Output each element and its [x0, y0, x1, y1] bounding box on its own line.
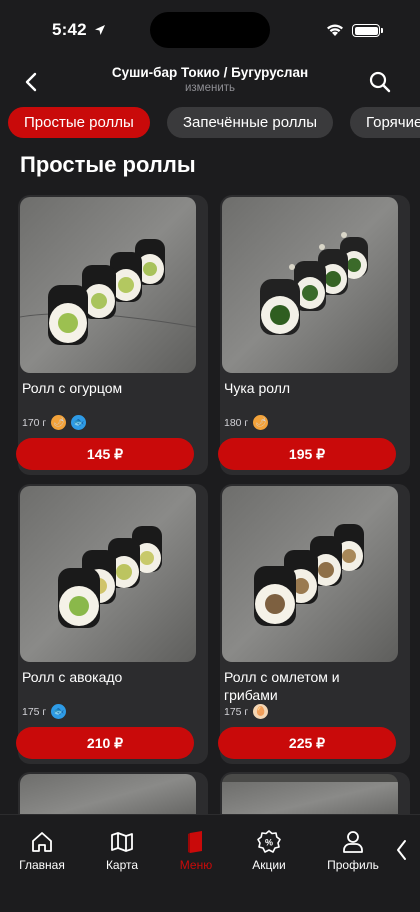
egg-icon: 🥚 [253, 704, 269, 719]
pepper-icon: 🌶 [253, 415, 269, 430]
add-to-cart-button[interactable]: 225 ₽ [218, 727, 396, 759]
product-photo [222, 197, 398, 373]
map-icon [111, 832, 133, 852]
product-photo [222, 486, 398, 662]
product-card[interactable]: Чука ролл 180 г 🌶 195 ₽ [218, 195, 410, 475]
menu-icon [188, 831, 202, 853]
product-name: Ролл с огурцом [22, 380, 123, 396]
tab-promotions[interactable]: % Акции [234, 829, 304, 872]
product-name: Ролл с омлетом и грибами [224, 669, 340, 703]
pepper-icon: 🌶 [51, 415, 67, 430]
chevron-left-icon[interactable] [394, 837, 410, 863]
product-photo [20, 486, 196, 662]
tab-label: Профиль [327, 858, 379, 872]
tab-bar: Главная Карта Меню % Акции Профиль [0, 814, 420, 912]
location-arrow-icon [95, 25, 105, 35]
page-title: Суши-бар Токио / Бугуруслан [111, 65, 309, 80]
product-meta: 175 г 🐟 [22, 704, 67, 719]
tab-home[interactable]: Главная [7, 829, 77, 872]
fish-icon: 🐟 [71, 415, 87, 430]
back-icon[interactable] [18, 68, 46, 96]
section-title: Простые роллы [20, 152, 196, 177]
wifi-icon [327, 24, 343, 36]
product-meta: 180 г 🌶 [224, 415, 269, 430]
product-name: Ролл с авокадо [22, 669, 123, 685]
battery-icon [352, 24, 383, 37]
dynamic-island [150, 12, 270, 48]
discount-icon: % [257, 830, 281, 853]
product-name: Чука ролл [224, 380, 291, 396]
product-weight: 170 г [22, 416, 47, 429]
product-meta: 175 г 🥚 [224, 704, 269, 719]
product-photo [20, 197, 196, 373]
product-card[interactable]: Ролл с огурцом 170 г 🌶 🐟 145 ₽ [16, 195, 208, 475]
product-card[interactable]: Ролл с авокадо 175 г 🐟 210 ₽ [16, 484, 208, 764]
category-chip-simple-rolls[interactable]: Простые роллы [8, 107, 150, 138]
tab-label: Акции [252, 858, 286, 872]
home-icon [32, 832, 52, 852]
status-bar: 5:42 [0, 0, 420, 60]
svg-text:%: % [265, 838, 273, 848]
tab-label: Меню [179, 858, 213, 872]
category-tabs: Простые роллы Запечённые роллы Горячие [0, 107, 420, 139]
tab-label: Карта [105, 858, 139, 872]
tab-menu[interactable]: Меню [161, 829, 231, 872]
status-time: 5:42 [52, 20, 87, 39]
product-weight: 175 г [224, 705, 249, 718]
tab-profile[interactable]: Профиль [318, 829, 388, 872]
tab-map[interactable]: Карта [87, 829, 157, 872]
change-link[interactable]: изменить [60, 82, 360, 94]
tab-label: Главная [19, 858, 65, 872]
header: Суши-бар Токио / Бугуруслан изменить [0, 60, 420, 104]
category-chip-baked-rolls[interactable]: Запечённые роллы [167, 107, 334, 138]
profile-icon [343, 831, 363, 853]
restaurant-selector[interactable]: Суши-бар Токио / Бугуруслан изменить [60, 65, 360, 94]
add-to-cart-button[interactable]: 145 ₽ [16, 438, 194, 470]
search-icon[interactable] [366, 68, 394, 96]
product-weight: 180 г [224, 416, 249, 429]
add-to-cart-button[interactable]: 210 ₽ [16, 727, 194, 759]
category-chip-hot[interactable]: Горячие [350, 107, 420, 138]
product-meta: 170 г 🌶 🐟 [22, 415, 87, 430]
fish-icon: 🐟 [51, 704, 67, 719]
product-weight: 175 г [22, 705, 47, 718]
add-to-cart-button[interactable]: 195 ₽ [218, 438, 396, 470]
product-card[interactable]: Ролл с омлетом и грибами 175 г 🥚 225 ₽ [218, 484, 410, 764]
